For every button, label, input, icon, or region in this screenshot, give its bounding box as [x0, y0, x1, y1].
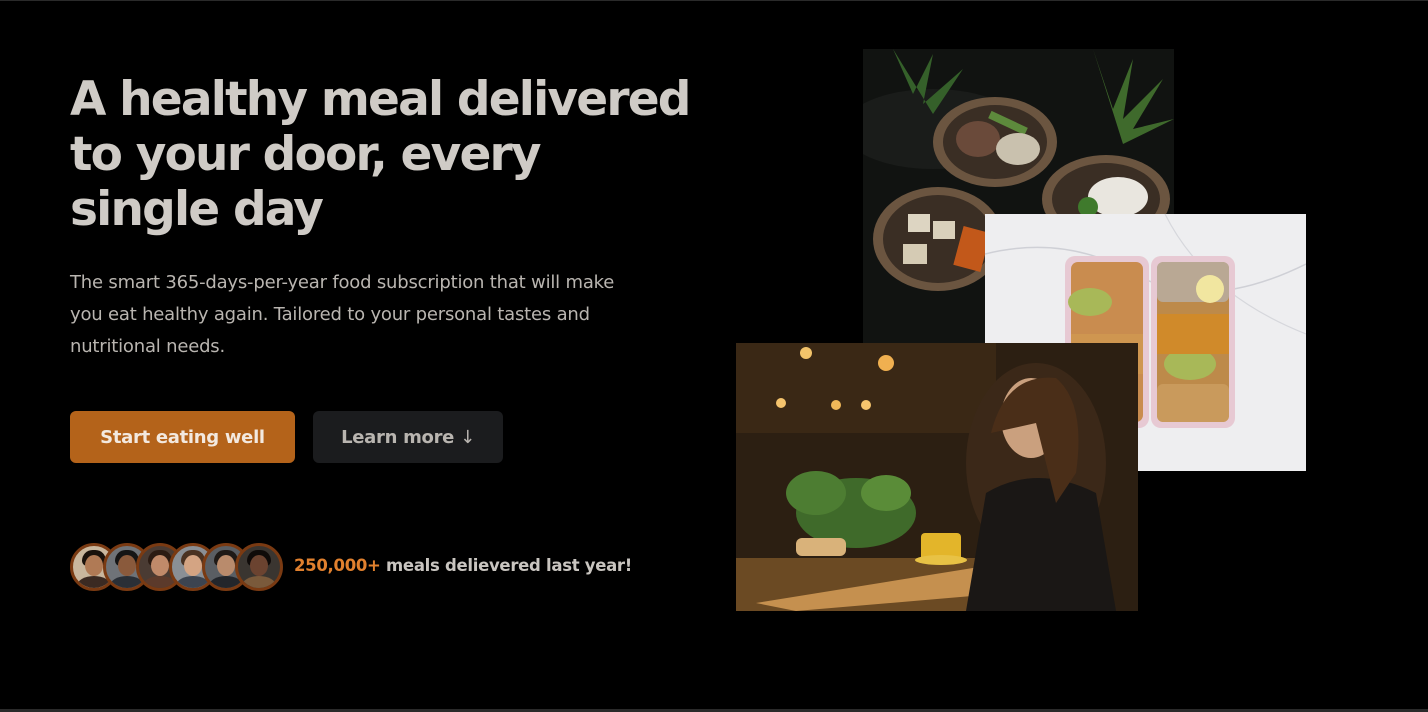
avatar [235, 543, 283, 591]
meals-label: meals delievered last year! [386, 556, 632, 575]
learn-more-label: Learn more [341, 426, 455, 448]
meals-delivered-text: 250,000+ meals delievered last year! [294, 556, 632, 575]
customer-avatars [70, 543, 283, 591]
start-eating-well-label: Start eating well [100, 426, 265, 448]
woman-eating-photo [736, 343, 1138, 611]
learn-more-button[interactable]: Learn more ↓ [313, 411, 503, 463]
hero-description: The smart 365-days-per-year food subscri… [70, 272, 615, 357]
down-arrow-icon: ↓ [460, 426, 475, 448]
hero-section: A healthy meal delivered to your door, e… [0, 0, 1428, 712]
meals-count: 250,000+ [294, 556, 381, 575]
hero-headline: A healthy meal delivered to your door, e… [70, 72, 691, 237]
start-eating-well-button[interactable]: Start eating well [70, 411, 295, 463]
